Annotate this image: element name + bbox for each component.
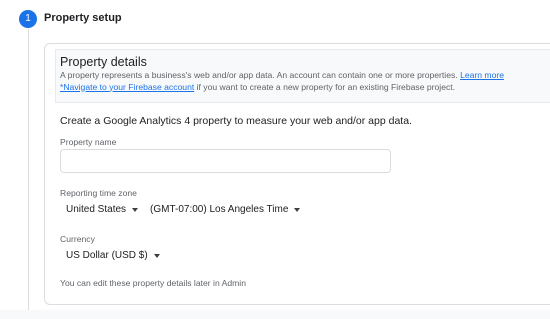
currency-label: Currency (60, 234, 95, 244)
property-details-title: Property details (60, 55, 147, 69)
property-name-input[interactable] (60, 149, 391, 173)
step-number-badge: 1 (19, 10, 37, 28)
stepper-line (28, 29, 29, 310)
country-select-value: United States (66, 204, 127, 215)
currency-select-value: US Dollar (USD $) (66, 250, 148, 261)
learn-more-link[interactable]: Learn more (460, 70, 504, 80)
country-select[interactable]: United States (66, 204, 139, 215)
step-title[interactable]: Property setup (44, 12, 122, 24)
currency-select[interactable]: US Dollar (USD $) (66, 250, 160, 261)
timezone-select-value: (GMT-07:00) Los Angeles Time (150, 204, 289, 215)
firebase-account-link[interactable]: *Navigate to your Firebase account (60, 82, 194, 92)
form-intro-text: Create a Google Analytics 4 property to … (60, 115, 412, 127)
property-name-label: Property name (60, 137, 117, 147)
timezone-select[interactable]: (GMT-07:00) Los Angeles Time (150, 204, 301, 215)
chevron-down-icon (132, 207, 139, 212)
chevron-down-icon (153, 253, 160, 258)
property-details-description: A property represents a business's web a… (60, 70, 540, 93)
admin-edit-note: You can edit these property details late… (60, 278, 246, 288)
timezone-label: Reporting time zone (60, 188, 137, 198)
firebase-text: if you want to create a new property for… (194, 81, 456, 92)
page-footer-area (0, 310, 550, 319)
description-text: A property represents a business's web a… (60, 70, 458, 80)
chevron-down-icon (294, 207, 301, 212)
